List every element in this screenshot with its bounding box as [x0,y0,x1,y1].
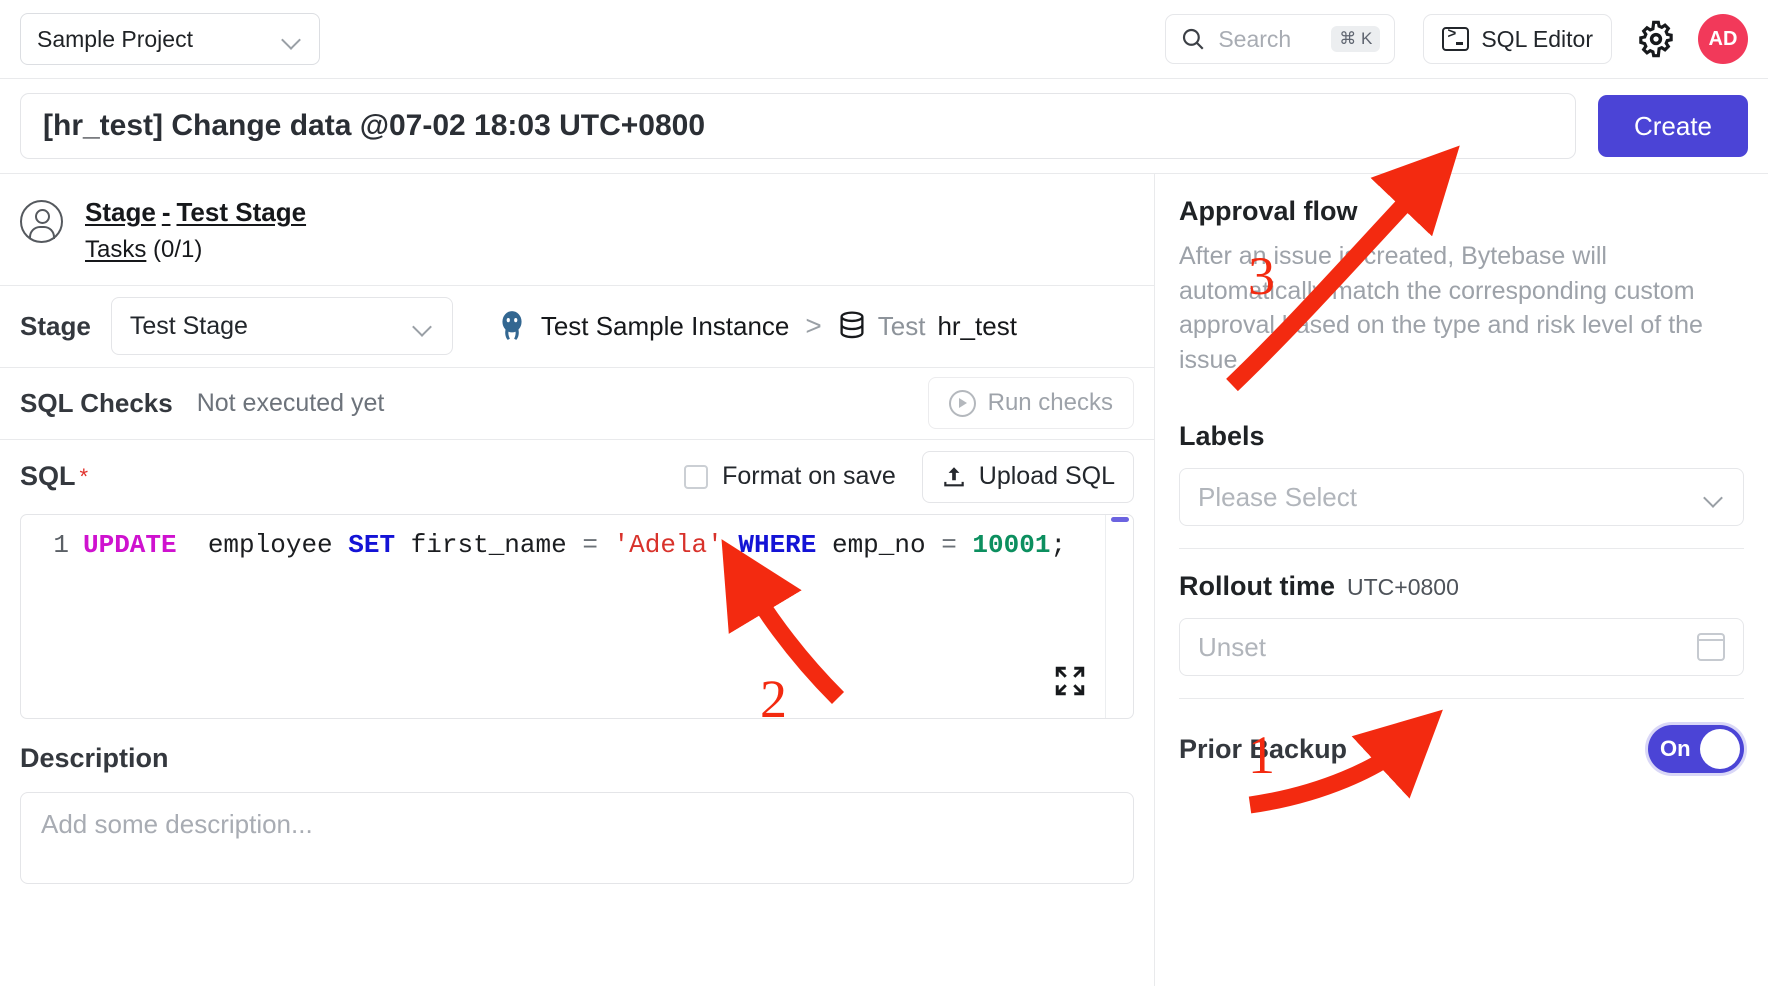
database-icon [838,311,866,341]
sql-label: SQL [20,461,76,492]
sql-editor-button[interactable]: SQL Editor [1423,14,1612,64]
chevron-down-icon [281,28,303,50]
sql-editor-statement[interactable]: 1 UPDATE employee SET first_name = 'Adel… [21,515,1133,560]
issue-title-value: [hr_test] Change data @07-02 18:03 UTC+0… [43,109,705,143]
labels-heading: Labels [1179,421,1744,452]
project-selector[interactable]: Sample Project [20,13,320,65]
description-input[interactable]: Add some description... [20,792,1134,884]
labels-section: Labels Please Select [1179,399,1744,549]
tasks-link[interactable]: Tasks [85,236,146,263]
search-shortcut-badge: ⌘ K [1331,26,1380,52]
rollout-time-input[interactable]: Unset [1179,618,1744,676]
sql-checks-status: Not executed yet [197,389,385,418]
tasks-line: Tasks (0/1) [85,235,306,265]
labels-select[interactable]: Please Select [1179,468,1744,526]
description-label: Description [20,743,1134,774]
stage-title-name[interactable]: Test Stage [176,197,306,227]
breadcrumb-database-name[interactable]: hr_test [937,311,1017,342]
issue-main-column: Stage-Test Stage Tasks (0/1) Stage Test … [0,174,1155,986]
chevron-down-icon [412,315,434,337]
breadcrumb-database-environment: Test [878,311,926,342]
rollout-time-placeholder: Unset [1198,632,1697,663]
rollout-time-timezone: UTC+0800 [1347,574,1459,601]
issue-sidebar: Approval flow After an issue is created,… [1155,174,1768,986]
format-on-save-toggle[interactable]: Format on save [684,462,896,491]
postgres-icon [495,309,529,343]
stage-title-separator: - [162,197,171,227]
gear-icon[interactable] [1636,19,1676,59]
tasks-count: (0/1) [153,236,202,263]
format-on-save-label: Format on save [722,462,896,491]
labels-select-placeholder: Please Select [1198,482,1703,513]
annotation-number-1: 1 [1248,724,1275,786]
issue-title-input[interactable]: [hr_test] Change data @07-02 18:03 UTC+0… [20,93,1576,159]
run-checks-button[interactable]: Run checks [928,377,1134,429]
rollout-time-heading-row: Rollout time UTC+0800 [1179,571,1744,602]
format-on-save-checkbox[interactable] [684,465,708,489]
sql-checks-row: SQL Checks Not executed yet Run checks [0,368,1154,440]
stage-label: Stage [20,311,91,342]
terminal-icon [1442,27,1469,51]
sql-editor-button-label: SQL Editor [1481,26,1593,53]
stage-selector-row: Stage Test Stage Test Sample Instance > [0,286,1154,368]
avatar[interactable]: AD [1698,14,1748,64]
sql-editor[interactable]: 1 UPDATE employee SET first_name = 'Adel… [20,514,1134,719]
rollout-time-heading: Rollout time [1179,571,1335,602]
stage-dropdown[interactable]: Test Stage [111,297,453,355]
expand-icon[interactable] [1053,664,1087,698]
search-icon [1180,26,1206,52]
description-placeholder: Add some description... [41,809,313,839]
rollout-time-section: Rollout time UTC+0800 Unset [1179,549,1744,699]
sql-checks-label: SQL Checks [20,388,173,419]
sql-editor-line-number: 1 [21,530,83,560]
issue-title-row: [hr_test] Change data @07-02 18:03 UTC+0… [0,79,1768,174]
chevron-down-icon [1703,486,1725,508]
upload-icon [941,464,967,490]
stage-title-prefix[interactable]: Stage [85,197,156,227]
sql-required-mark: * [80,464,89,490]
issue-body: Stage-Test Stage Tasks (0/1) Stage Test … [0,174,1768,986]
sql-editor-scrollbar[interactable] [1105,515,1133,718]
prior-backup-toggle-state: On [1660,736,1691,762]
upload-sql-label: Upload SQL [979,462,1115,491]
avatar-initials: AD [1709,28,1738,51]
calendar-icon [1697,633,1725,661]
breadcrumb: Test Sample Instance > Test hr_test [495,309,1017,343]
stage-header-text: Stage-Test Stage Tasks (0/1) [85,196,306,265]
sql-section-toolbar: SQL * Format on save Upload SQL [0,440,1154,514]
breadcrumb-separator-icon: > [805,310,821,342]
stage-title: Stage-Test Stage [85,196,306,229]
create-button[interactable]: Create [1598,95,1748,157]
project-selector-value: Sample Project [37,26,281,53]
sql-editor-code: UPDATE employee SET first_name = 'Adela'… [83,530,1066,560]
prior-backup-toggle[interactable]: On [1648,725,1744,773]
approval-flow-heading: Approval flow [1179,196,1744,227]
description-section: Description Add some description... [0,719,1154,884]
top-navigation-bar: Sample Project Search ⌘ K SQL Editor AD [0,0,1768,79]
breadcrumb-instance[interactable]: Test Sample Instance [541,311,790,342]
upload-sql-button[interactable]: Upload SQL [922,451,1134,503]
run-checks-label: Run checks [988,389,1113,417]
stage-header: Stage-Test Stage Tasks (0/1) [0,174,1154,286]
annotation-number-2: 2 [760,668,787,730]
annotation-number-3: 3 [1248,245,1275,307]
play-circle-icon [949,390,976,417]
stage-dropdown-value: Test Stage [130,312,412,341]
search-placeholder: Search [1218,26,1319,53]
toggle-knob [1700,729,1740,769]
user-circle-icon [20,200,63,243]
search-input[interactable]: Search ⌘ K [1165,14,1395,64]
